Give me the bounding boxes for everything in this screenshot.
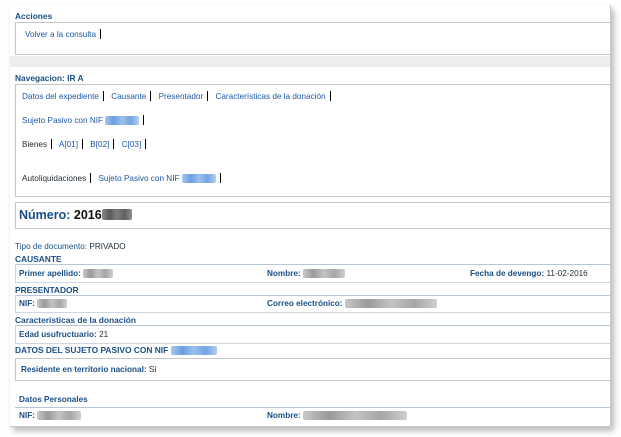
nav-sujeto-row: Sujeto Pasivo con NIF — [22, 115, 149, 125]
redacted-nif — [181, 174, 216, 183]
numero-heading: Número: 2016 — [19, 208, 132, 222]
datos-personales-title: Datos Personales — [19, 395, 88, 404]
presentador-title: PRESENTADOR — [15, 285, 79, 295]
redacted-nif — [105, 116, 140, 125]
nav-presentador[interactable]: Presentador — [159, 92, 204, 101]
volver-consulta-link[interactable]: Volver a la consulta — [25, 30, 96, 39]
numero-label: Número: — [19, 208, 71, 222]
redacted-nombre — [302, 411, 407, 420]
redacted-numero — [101, 209, 132, 220]
nav-autoliq-row: Autoliquidaciones Sujeto Pasivo con NIF — [22, 173, 226, 183]
nav-datos-expediente[interactable]: Datos del expediente — [22, 92, 99, 101]
nav-caracteristicas[interactable]: Características de la donación — [215, 92, 325, 101]
separator — [100, 29, 102, 39]
nav-causante[interactable]: Causante — [111, 92, 146, 101]
residente-box: Residente en territorio nacional: Sí — [15, 358, 610, 381]
autoliquidaciones-label: Autoliquidaciones — [22, 174, 87, 183]
acciones-box: Volver a la consulta — [15, 22, 610, 55]
gray-band — [10, 56, 610, 67]
navegacion-box: Datos del expediente Causante Presentado… — [15, 84, 610, 197]
sujeto-nif-field: NIF: — [19, 411, 82, 420]
bien-b02-link[interactable]: B[02] — [90, 140, 109, 149]
autoliq-sujeto-link[interactable]: Sujeto Pasivo con NIF — [98, 174, 179, 183]
acciones-title: Acciones — [15, 11, 53, 21]
bien-c03-link[interactable]: C[03] — [122, 140, 142, 149]
residente-field: Residente en territorio nacional: Sí — [21, 365, 157, 374]
sujeto-nombre-field: Nombre: — [267, 411, 407, 420]
redacted-nif — [37, 411, 82, 420]
datos-personales-label: Datos Personales — [19, 395, 88, 404]
detail-window: Acciones Volver a la consulta Navegacion… — [10, 5, 611, 427]
sujeto-nombre-label: Nombre: — [267, 411, 301, 420]
nav-bienes-row: Bienes A[01] B[02] C[03] — [22, 139, 151, 149]
causante-title: CAUSANTE — [15, 254, 62, 264]
tipo-documento-row: Tipo de documento: PRIVADO — [15, 242, 126, 251]
tipo-documento-label: Tipo de documento: — [15, 242, 88, 251]
sujeto-title-row: DATOS DEL SUJETO PASIVO CON NIF — [15, 345, 217, 355]
sujeto-nif-label: NIF: — [19, 411, 35, 420]
tipo-documento-value: PRIVADO — [89, 242, 126, 251]
nav-sujeto-pasivo[interactable]: Sujeto Pasivo con NIF — [22, 116, 103, 125]
residente-value: Sí — [148, 365, 157, 374]
redacted-nif — [170, 346, 217, 355]
bienes-label: Bienes — [22, 140, 48, 149]
numero-value: 2016 — [73, 208, 102, 222]
sujeto-title: DATOS DEL SUJETO PASIVO CON NIF — [15, 345, 169, 355]
nav-links-row: Datos del expediente Causante Presentado… — [22, 91, 336, 101]
caracteristicas-title: Características de la donación — [15, 315, 137, 325]
residente-label: Residente en territorio nacional: — [21, 365, 147, 374]
bien-a01-link[interactable]: A[01] — [59, 140, 78, 149]
navegacion-title: Navegacion: IR A — [15, 73, 84, 83]
